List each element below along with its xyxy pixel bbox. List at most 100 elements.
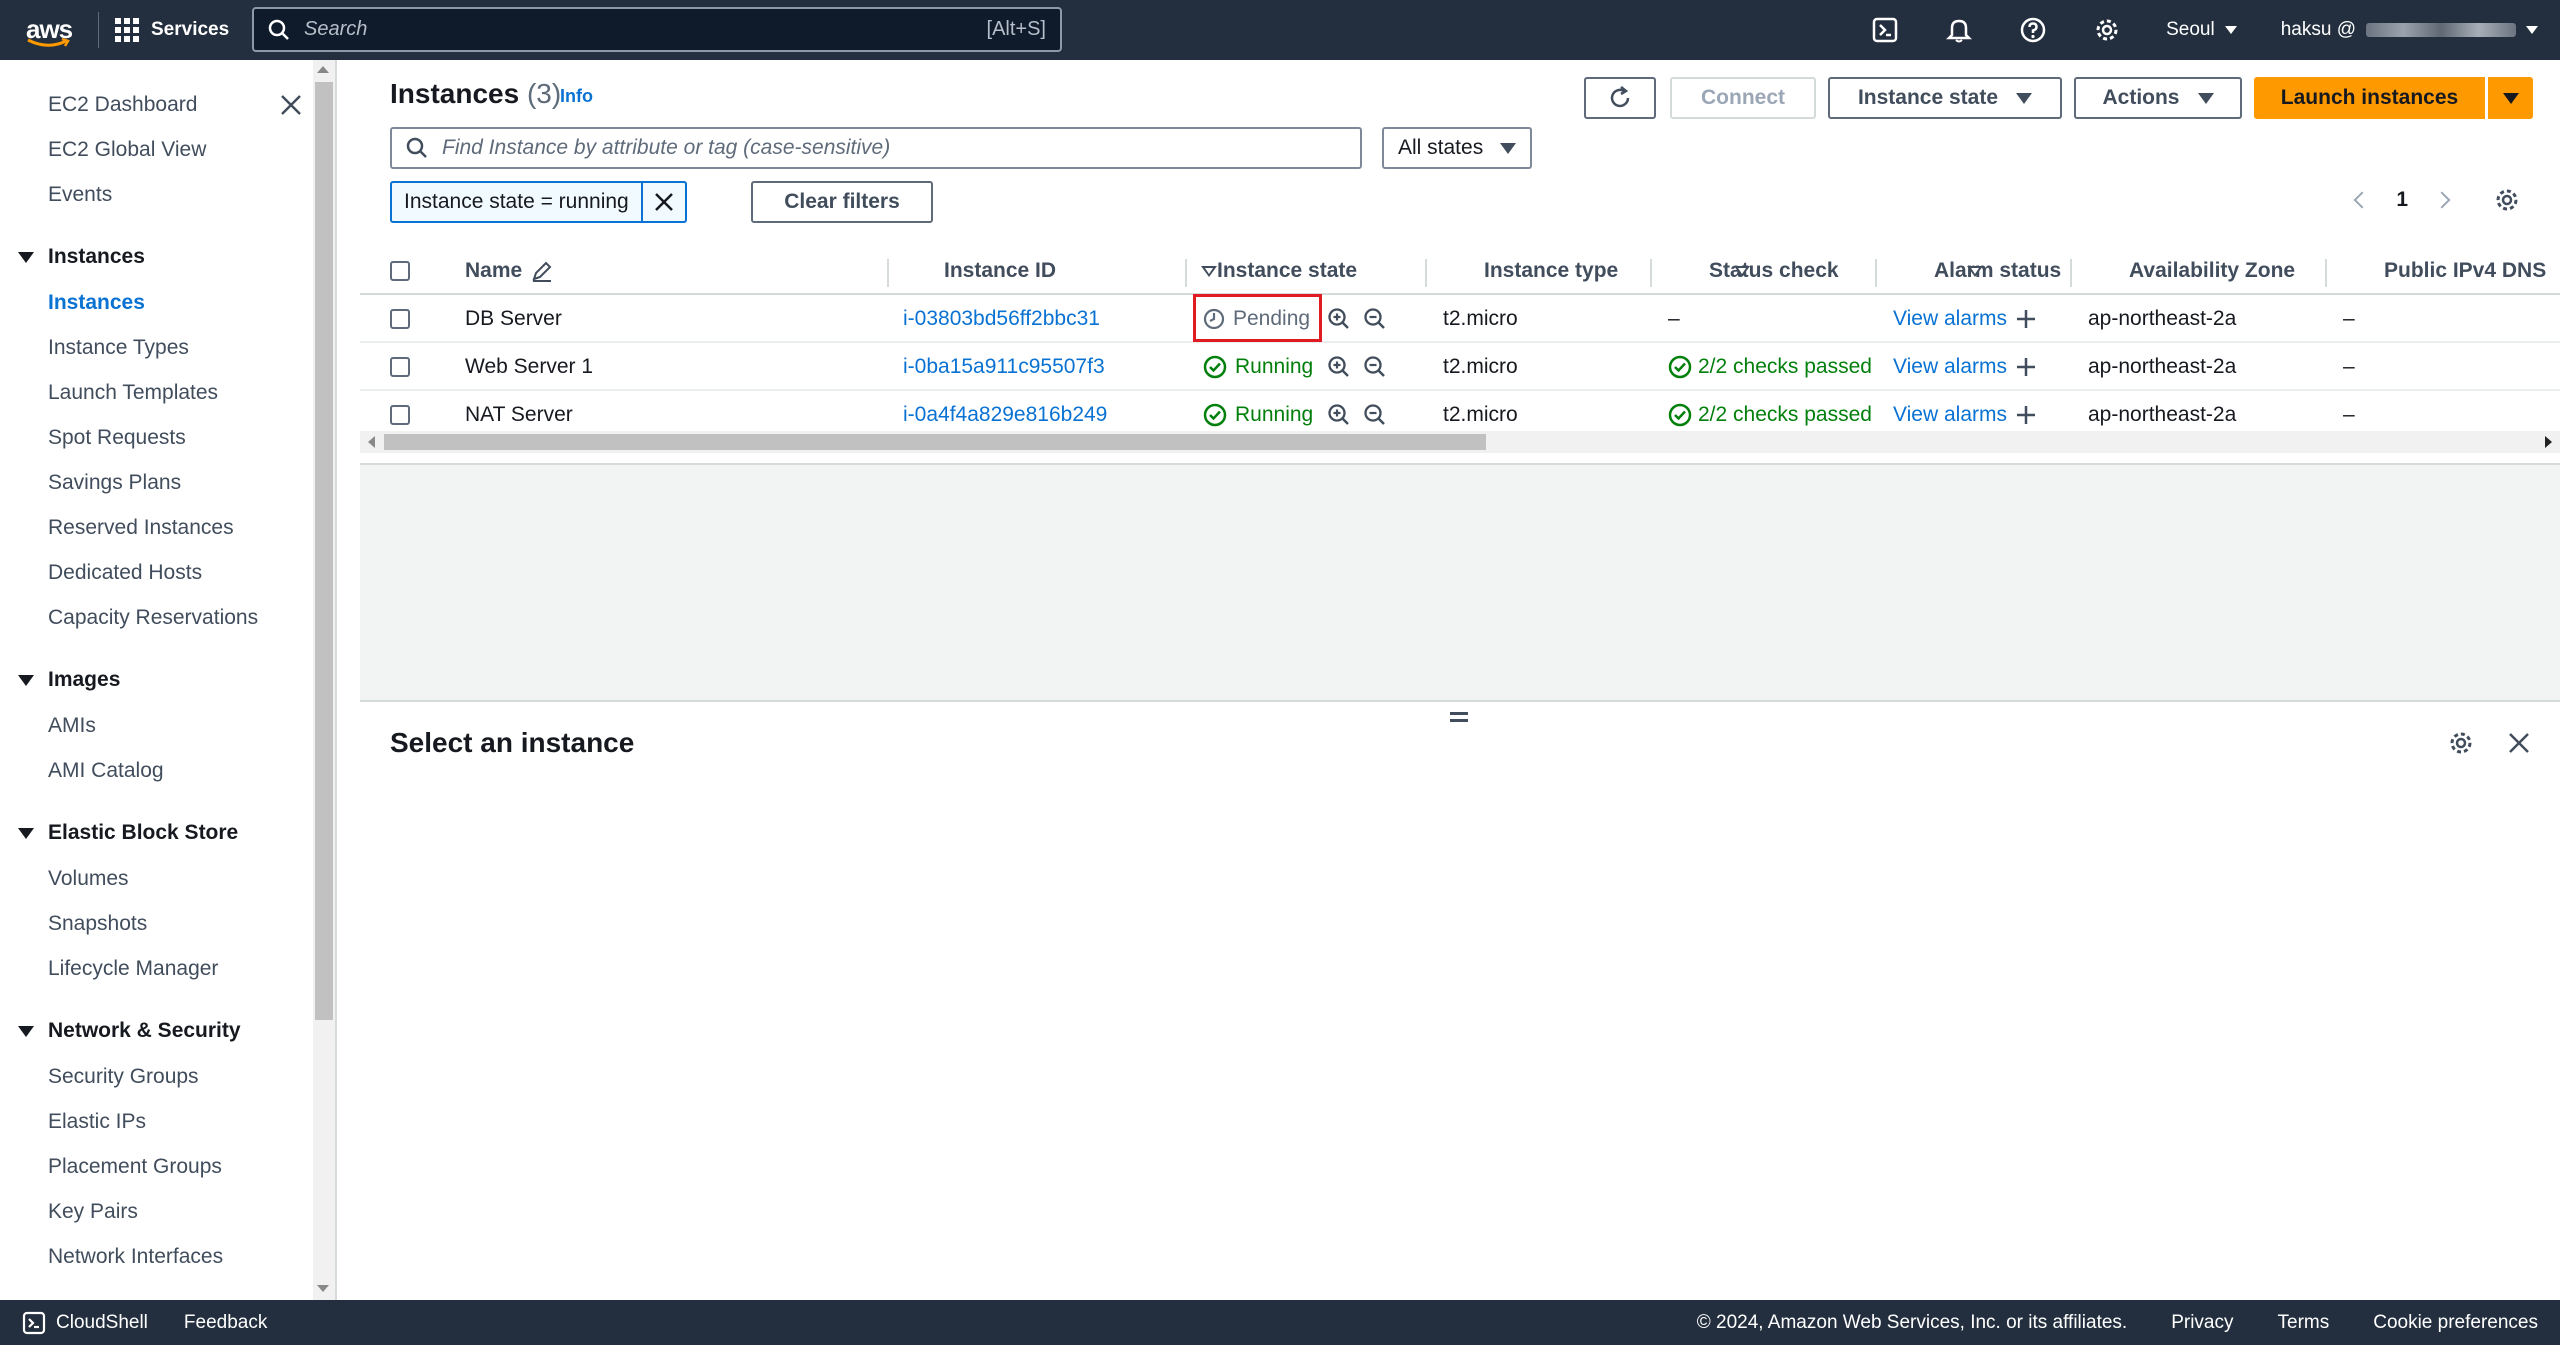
column-header-alarm-status[interactable]: Alarm status <box>1934 247 2061 295</box>
column-header-availability-zone[interactable]: Availability Zone <box>2129 247 2295 295</box>
cloudshell-link[interactable]: CloudShell <box>22 1311 148 1335</box>
region-selector[interactable]: Seoul <box>2144 0 2259 60</box>
row-checkbox[interactable] <box>390 343 410 391</box>
sidebar-item-launch-templates[interactable]: Launch Templates <box>48 381 218 405</box>
view-alarms-link[interactable]: View alarms <box>1893 307 2007 331</box>
sidebar-item-snapshots[interactable]: Snapshots <box>48 912 147 936</box>
zoom-out-filter-icon[interactable] <box>1363 403 1387 427</box>
sidebar-section-images[interactable]: Images <box>18 668 120 692</box>
column-filter-caret-icon[interactable] <box>1201 266 1217 277</box>
launch-instances-button[interactable]: Launch instances <box>2254 77 2485 119</box>
add-alarm-plus-icon[interactable] <box>2015 356 2037 378</box>
table-settings-gear-icon[interactable] <box>2494 187 2520 213</box>
sidebar-item-ami-catalog[interactable]: AMI Catalog <box>48 759 164 783</box>
sidebar-item-elastic-ips[interactable]: Elastic IPs <box>48 1110 146 1134</box>
scroll-left-arrow-icon[interactable] <box>368 436 375 448</box>
cloudshell-icon[interactable] <box>1848 0 1922 60</box>
row-checkbox[interactable] <box>390 295 410 343</box>
scroll-right-arrow-icon[interactable] <box>2545 436 2552 448</box>
column-header-status-check[interactable]: Status check <box>1709 247 1839 295</box>
column-filter-caret-icon[interactable] <box>1967 266 1983 277</box>
column-header-instance-id[interactable]: Instance ID <box>944 247 1056 295</box>
settings-gear-icon[interactable] <box>2070 0 2144 60</box>
column-resizer[interactable] <box>1875 259 1877 287</box>
sidebar-item-network-interfaces[interactable]: Network Interfaces <box>48 1245 223 1269</box>
zoom-in-filter-icon[interactable] <box>1327 307 1351 331</box>
column-resizer[interactable] <box>2325 259 2327 287</box>
sidebar-item-ec2-global-view[interactable]: EC2 Global View <box>48 138 206 162</box>
cookie-preferences-link[interactable]: Cookie preferences <box>2373 1312 2538 1334</box>
feedback-link[interactable]: Feedback <box>184 1312 267 1334</box>
privacy-link[interactable]: Privacy <box>2171 1312 2233 1334</box>
instance-filter-input[interactable]: Find Instance by attribute or tag (case-… <box>390 127 1362 169</box>
instance-id-link[interactable]: i-03803bd56ff2bbc31 <box>903 295 1100 343</box>
sidebar-section-network-security[interactable]: Network & Security <box>18 1019 241 1043</box>
zoom-in-filter-icon[interactable] <box>1327 355 1351 379</box>
terms-link[interactable]: Terms <box>2278 1312 2330 1334</box>
remove-filter-close-icon[interactable] <box>643 183 685 221</box>
select-all-checkbox[interactable] <box>390 247 410 295</box>
table-row[interactable]: DB Server i-03803bd56ff2bbc31 Pending t2.mi… <box>360 294 2560 343</box>
view-alarms-link[interactable]: View alarms <box>1893 355 2007 379</box>
add-alarm-plus-icon[interactable] <box>2015 404 2037 426</box>
view-alarms-link[interactable]: View alarms <box>1893 403 2007 427</box>
next-page-chevron-icon[interactable] <box>2433 191 2451 209</box>
actions-button[interactable]: Actions <box>2074 77 2242 119</box>
sidebar-item-savings-plans[interactable]: Savings Plans <box>48 471 181 495</box>
zoom-out-filter-icon[interactable] <box>1363 355 1387 379</box>
sidebar-item-instance-types[interactable]: Instance Types <box>48 336 189 360</box>
column-resizer[interactable] <box>1425 259 1427 287</box>
instance-id-link[interactable]: i-0ba15a911c95507f3 <box>903 343 1105 391</box>
sidebar-item-instances[interactable]: Instances <box>48 291 145 315</box>
services-menu[interactable]: Services <box>115 18 229 42</box>
column-header-instance-type[interactable]: Instance type <box>1484 247 1618 295</box>
column-header-name[interactable]: Name <box>465 247 554 295</box>
account-menu[interactable]: haksu @ <box>2259 0 2560 60</box>
column-resizer[interactable] <box>2070 259 2072 287</box>
scroll-up-arrow-icon[interactable] <box>317 66 329 73</box>
column-filter-caret-icon[interactable] <box>1734 266 1750 277</box>
panel-close-icon[interactable] <box>2508 732 2530 754</box>
sidebar-section-elastic-block-store[interactable]: Elastic Block Store <box>18 821 238 845</box>
sidebar-section-instances[interactable]: Instances <box>18 245 145 269</box>
sidebar-item-capacity-reservations[interactable]: Capacity Reservations <box>48 606 258 630</box>
sidebar-item-amis[interactable]: AMIs <box>48 714 96 738</box>
instance-state-button[interactable]: Instance state <box>1828 77 2062 119</box>
global-search-input[interactable]: Search [Alt+S] <box>252 7 1062 52</box>
sidebar-item-ec2-dashboard[interactable]: EC2 Dashboard <box>48 93 197 117</box>
add-alarm-plus-icon[interactable] <box>2015 308 2037 330</box>
zoom-out-filter-icon[interactable] <box>1363 307 1387 331</box>
column-header-instance-state[interactable]: Instance state <box>1217 247 1357 295</box>
aws-logo[interactable]: aws <box>22 10 82 50</box>
notifications-bell-icon[interactable] <box>1922 0 1996 60</box>
sidebar-item-lifecycle-manager[interactable]: Lifecycle Manager <box>48 957 218 981</box>
zoom-in-filter-icon[interactable] <box>1327 403 1351 427</box>
help-icon[interactable] <box>1996 0 2070 60</box>
column-resizer[interactable] <box>1650 259 1652 287</box>
sidebar-item-events[interactable]: Events <box>48 183 112 207</box>
table-row[interactable]: Web Server 1 i-0ba15a911c95507f3 Running t2… <box>360 343 2560 391</box>
page-number[interactable]: 1 <box>2396 188 2408 212</box>
info-link[interactable]: Info <box>560 86 593 107</box>
panel-settings-gear-icon[interactable] <box>2448 730 2474 756</box>
sidebar-item-security-groups[interactable]: Security Groups <box>48 1065 199 1089</box>
column-resizer[interactable] <box>887 259 889 287</box>
connect-button[interactable]: Connect <box>1670 77 1816 119</box>
sidebar-scrollbar[interactable] <box>313 60 335 1300</box>
sidebar-scroll-thumb[interactable] <box>315 82 333 1020</box>
sidebar-item-dedicated-hosts[interactable]: Dedicated Hosts <box>48 561 202 585</box>
panel-resize-handle-icon[interactable] <box>1450 712 1470 726</box>
column-resizer[interactable] <box>1185 259 1187 287</box>
scroll-down-arrow-icon[interactable] <box>317 1285 329 1292</box>
sidebar-item-spot-requests[interactable]: Spot Requests <box>48 426 186 450</box>
sidebar-item-placement-groups[interactable]: Placement Groups <box>48 1155 222 1179</box>
sidebar-item-volumes[interactable]: Volumes <box>48 867 129 891</box>
table-horizontal-scrollbar[interactable] <box>360 431 2560 453</box>
sidebar-item-reserved-instances[interactable]: Reserved Instances <box>48 516 234 540</box>
clear-filters-button[interactable]: Clear filters <box>751 181 933 223</box>
sidebar-item-key-pairs[interactable]: Key Pairs <box>48 1200 138 1224</box>
column-header-public-ipv4-dns[interactable]: Public IPv4 DNS <box>2384 247 2546 295</box>
close-icon[interactable] <box>280 94 302 122</box>
horizontal-scroll-thumb[interactable] <box>384 434 1486 450</box>
previous-page-chevron-icon[interactable] <box>2353 191 2371 209</box>
